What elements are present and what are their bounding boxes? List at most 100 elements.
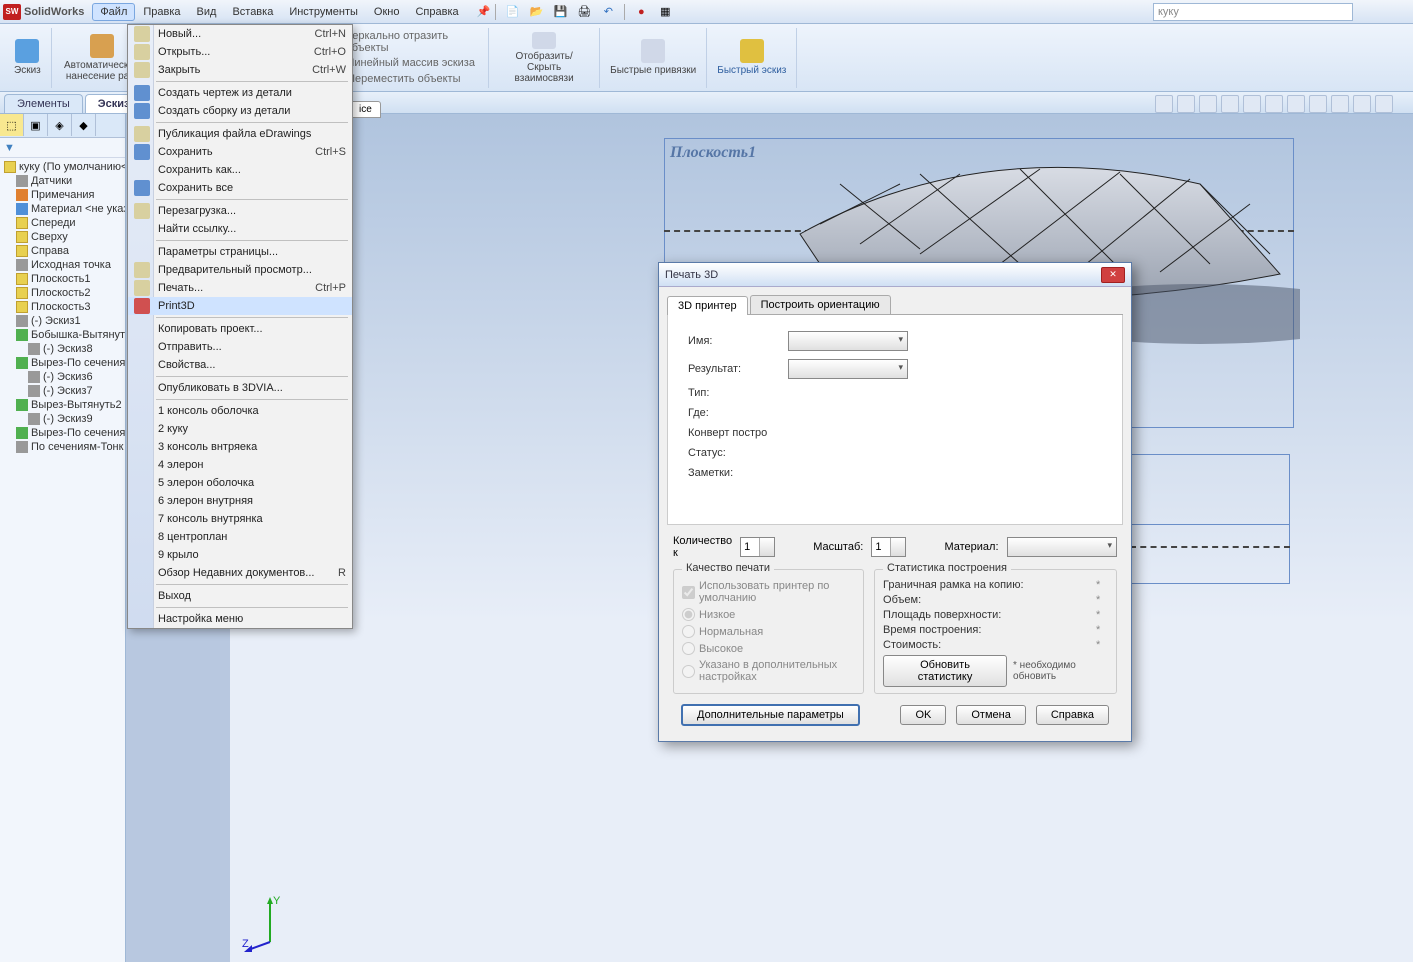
- new-doc-icon[interactable]: 📄: [501, 2, 523, 22]
- use-default-check[interactable]: Использовать принтер по умолчанию: [682, 580, 855, 604]
- tree-item[interactable]: Плоскость2: [0, 286, 125, 300]
- close-button[interactable]: ✕: [1101, 267, 1125, 283]
- quality-normal-radio[interactable]: Нормальная: [682, 625, 855, 638]
- tree-item[interactable]: Датчики: [0, 174, 125, 188]
- menu-recent-2[interactable]: 2 куку: [128, 420, 352, 438]
- menu-recent-browse[interactable]: Обзор Недавних документов...R: [128, 564, 352, 582]
- prev-view-icon[interactable]: [1199, 95, 1217, 113]
- dialog-titlebar[interactable]: Печать 3D ✕: [659, 263, 1131, 287]
- rb-showhide[interactable]: Отобразить/Скрыть взаимосвязи: [489, 28, 600, 88]
- tree-item[interactable]: (-) Эскиз8: [0, 342, 125, 356]
- menu-publish-3dvia[interactable]: Опубликовать в 3DVIA...: [128, 379, 352, 397]
- menu-save-all[interactable]: Сохранить все: [128, 179, 352, 197]
- menu-print3d[interactable]: Print3D: [128, 297, 352, 315]
- menu-tools[interactable]: Инструменты: [281, 3, 366, 21]
- menu-recent-5[interactable]: 5 элерон оболочка: [128, 474, 352, 492]
- tree-item[interactable]: (-) Эскиз9: [0, 412, 125, 426]
- help-button[interactable]: Справка: [1036, 705, 1109, 725]
- menu-new[interactable]: Новый...Ctrl+N: [128, 25, 352, 43]
- feature-tree-tab-icon[interactable]: ⬚: [0, 114, 24, 136]
- menu-exit[interactable]: Выход: [128, 587, 352, 605]
- quality-low-radio[interactable]: Низкое: [682, 608, 855, 621]
- quantity-spinner[interactable]: 1: [740, 537, 775, 557]
- menu-page-setup[interactable]: Параметры страницы...: [128, 243, 352, 261]
- tree-item[interactable]: Сверху: [0, 230, 125, 244]
- rebuild-icon[interactable]: ●: [630, 2, 652, 22]
- options-icon[interactable]: ▦: [654, 2, 676, 22]
- menu-properties[interactable]: Свойства...: [128, 356, 352, 374]
- scene-icon[interactable]: [1287, 95, 1305, 113]
- menu-recent-6[interactable]: 6 элерон внутрняя: [128, 492, 352, 510]
- tree-item[interactable]: Исходная точка: [0, 258, 125, 272]
- tree-item[interactable]: Плоскость1: [0, 272, 125, 286]
- tree-item[interactable]: Спереди: [0, 216, 125, 230]
- search-input[interactable]: [1153, 3, 1353, 21]
- quality-high-radio[interactable]: Высокое: [682, 642, 855, 655]
- scale-spinner[interactable]: 1: [871, 537, 906, 557]
- tab-3d-printer[interactable]: 3D принтер: [667, 296, 748, 315]
- display-style-icon[interactable]: [1243, 95, 1261, 113]
- tree-item[interactable]: (-) Эскиз6: [0, 370, 125, 384]
- menu-file[interactable]: Файл: [92, 3, 135, 21]
- printer-name-combo[interactable]: [788, 331, 908, 351]
- rb-sketch[interactable]: Эскиз: [4, 28, 52, 88]
- tab-elements[interactable]: Элементы: [4, 94, 83, 113]
- tree-root[interactable]: куку (По умолчанию<: [0, 160, 125, 174]
- menu-copy-project[interactable]: Копировать проект...: [128, 320, 352, 338]
- render-icon[interactable]: [1353, 95, 1371, 113]
- property-tab-icon[interactable]: ▣: [24, 114, 48, 136]
- dimxpert-tab-icon[interactable]: ◆: [72, 114, 96, 136]
- more-params-button[interactable]: Дополнительные параметры: [681, 704, 860, 726]
- menu-make-assembly[interactable]: Создать сборку из детали: [128, 102, 352, 120]
- menu-window[interactable]: Окно: [366, 3, 408, 21]
- open-doc-icon[interactable]: 📂: [525, 2, 547, 22]
- zoom-fit-icon[interactable]: [1155, 95, 1173, 113]
- tree-item[interactable]: Бобышка-Вытянут: [0, 328, 125, 342]
- tree-item[interactable]: (-) Эскиз1: [0, 314, 125, 328]
- menu-recent-1[interactable]: 1 консоль оболочка: [128, 402, 352, 420]
- menu-reload[interactable]: Перезагрузка...: [128, 202, 352, 220]
- menu-close[interactable]: ЗакрытьCtrl+W: [128, 61, 352, 79]
- menu-find-ref[interactable]: Найти ссылку...: [128, 220, 352, 238]
- tree-item[interactable]: Материал <не указ: [0, 202, 125, 216]
- undo-icon[interactable]: ↶: [597, 2, 619, 22]
- menu-recent-4[interactable]: 4 элерон: [128, 456, 352, 474]
- rb-quicksnap[interactable]: Быстрые привязки: [600, 28, 707, 88]
- view-orient-icon[interactable]: [1309, 95, 1327, 113]
- menu-open[interactable]: Открыть...Ctrl+O: [128, 43, 352, 61]
- material-combo[interactable]: [1007, 537, 1117, 557]
- tree-item[interactable]: (-) Эскиз7: [0, 384, 125, 398]
- result-combo[interactable]: [788, 359, 908, 379]
- menu-customize[interactable]: Настройка меню: [128, 610, 352, 628]
- appearance-icon[interactable]: [1331, 95, 1349, 113]
- tree-item[interactable]: Справа: [0, 244, 125, 258]
- save-doc-icon[interactable]: 💾: [549, 2, 571, 22]
- tree-item[interactable]: Вырез-По сечениям: [0, 356, 125, 370]
- menu-publish-edrawings[interactable]: Публикация файла eDrawings: [128, 125, 352, 143]
- filter-bar[interactable]: ▼: [0, 138, 125, 158]
- tree-item[interactable]: Вырез-Вытянуть2: [0, 398, 125, 412]
- zoom-area-icon[interactable]: [1177, 95, 1195, 113]
- menu-recent-8[interactable]: 8 центроплан: [128, 528, 352, 546]
- menu-send[interactable]: Отправить...: [128, 338, 352, 356]
- menu-print[interactable]: Печать...Ctrl+P: [128, 279, 352, 297]
- tree-item[interactable]: По сечениям-Тонк: [0, 440, 125, 454]
- menu-recent-3[interactable]: 3 консоль внтряека: [128, 438, 352, 456]
- tree-item[interactable]: Примечания: [0, 188, 125, 202]
- ok-button[interactable]: OK: [900, 705, 946, 725]
- tree-item[interactable]: Плоскость3: [0, 300, 125, 314]
- menu-save[interactable]: СохранитьCtrl+S: [128, 143, 352, 161]
- section-view-icon[interactable]: [1221, 95, 1239, 113]
- menu-make-drawing[interactable]: Создать чертеж из детали: [128, 84, 352, 102]
- print-icon[interactable]: 🖨: [573, 2, 595, 22]
- menu-edit[interactable]: Правка: [135, 3, 188, 21]
- menu-recent-7[interactable]: 7 консоль внутрянка: [128, 510, 352, 528]
- viewport-tab[interactable]: ice: [350, 101, 381, 118]
- config-tab-icon[interactable]: ◈: [48, 114, 72, 136]
- cancel-button[interactable]: Отмена: [956, 705, 1025, 725]
- menu-preview[interactable]: Предварительный просмотр...: [128, 261, 352, 279]
- menu-help[interactable]: Справка: [407, 3, 466, 21]
- menu-recent-9[interactable]: 9 крыло: [128, 546, 352, 564]
- tab-build-orientation[interactable]: Построить ориентацию: [750, 295, 891, 314]
- menu-save-as[interactable]: Сохранить как...: [128, 161, 352, 179]
